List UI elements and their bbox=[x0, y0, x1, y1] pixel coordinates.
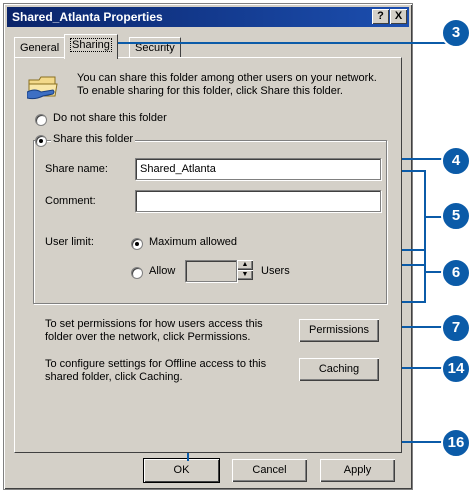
spin-down-button[interactable]: ▼ bbox=[237, 270, 253, 280]
share-name-label: Share name: bbox=[45, 163, 108, 175]
help-button[interactable]: ? bbox=[372, 9, 389, 24]
shared-folder-icon bbox=[27, 76, 58, 100]
spin-up-button[interactable]: ▲ bbox=[237, 260, 253, 270]
ok-button[interactable]: OK bbox=[144, 459, 219, 482]
tab-security[interactable]: Security bbox=[129, 37, 181, 58]
window-title: Shared_Atlanta Properties bbox=[12, 10, 163, 24]
sharing-panel: You can share this folder among other us… bbox=[14, 57, 402, 453]
tab-sharing-label: Sharing bbox=[70, 38, 112, 52]
share-name-input[interactable]: Shared_Atlanta bbox=[135, 158, 381, 180]
callout-badge-5: 5 bbox=[441, 201, 471, 231]
caching-button[interactable]: Caching bbox=[299, 358, 379, 381]
do-not-share-label: Do not share this folder bbox=[53, 112, 167, 124]
callout-badge-16: 16 bbox=[441, 428, 471, 458]
tab-sharing[interactable]: Sharing bbox=[64, 34, 118, 59]
cancel-button[interactable]: Cancel bbox=[232, 459, 307, 482]
callout-badge-3: 3 bbox=[441, 18, 471, 48]
callout-badge-6: 6 bbox=[441, 258, 471, 288]
callout-badge-14: 14 bbox=[441, 354, 471, 384]
title-bar: Shared_Atlanta Properties ? X bbox=[7, 7, 409, 27]
close-button[interactable]: X bbox=[390, 9, 407, 24]
do-not-share-radio[interactable] bbox=[35, 114, 47, 126]
max-allowed-radio[interactable] bbox=[131, 238, 143, 250]
callout-3-line-h bbox=[80, 42, 449, 44]
sharing-description: You can share this folder among other us… bbox=[77, 72, 377, 97]
share-this-label: Share this folder bbox=[51, 133, 136, 145]
share-this-radio[interactable] bbox=[35, 135, 47, 147]
tab-general[interactable]: General bbox=[14, 37, 66, 58]
max-allowed-label: Maximum allowed bbox=[149, 236, 238, 248]
permissions-button[interactable]: Permissions bbox=[299, 319, 379, 342]
callout-badge-7: 7 bbox=[441, 313, 471, 343]
properties-dialog: Shared_Atlanta Properties ? X General Sh… bbox=[4, 4, 412, 489]
allow-radio[interactable] bbox=[131, 267, 143, 279]
callout-6-line-v bbox=[424, 249, 426, 303]
callout-badge-4: 4 bbox=[441, 146, 471, 176]
comment-input[interactable] bbox=[135, 190, 381, 212]
comment-label: Comment: bbox=[45, 195, 96, 207]
permissions-text: To set permissions for how users access … bbox=[45, 318, 263, 343]
allow-count-input[interactable] bbox=[185, 260, 237, 282]
caching-text: To configure settings for Offline access… bbox=[45, 358, 267, 383]
user-limit-label: User limit: bbox=[45, 236, 94, 248]
users-label: Users bbox=[261, 265, 290, 277]
apply-button[interactable]: Apply bbox=[320, 459, 395, 482]
allow-label: Allow bbox=[149, 265, 176, 277]
